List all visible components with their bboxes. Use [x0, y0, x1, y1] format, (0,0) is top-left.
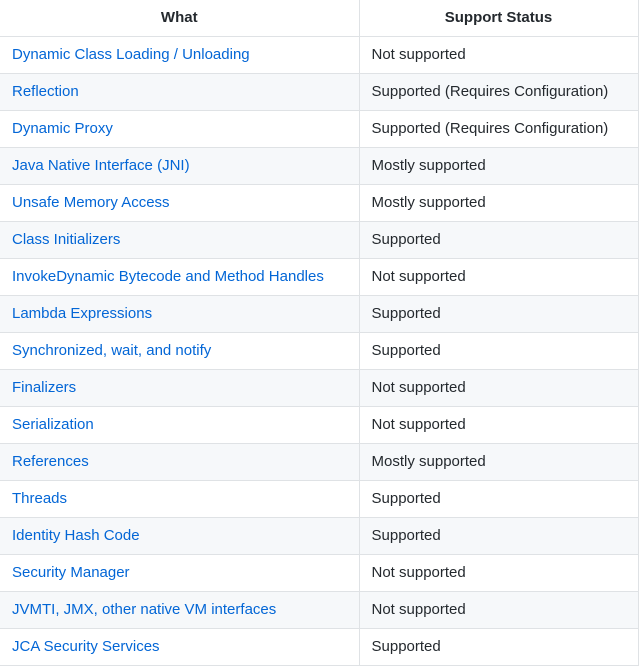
feature-link[interactable]: Unsafe Memory Access: [12, 194, 170, 211]
table-row: References Mostly supported: [0, 442, 639, 481]
feature-cell: Class Initializers: [0, 220, 360, 259]
table-row: Lambda Expressions Supported: [0, 294, 639, 333]
support-status-cell: Not supported: [358, 590, 639, 629]
feature-link[interactable]: Dynamic Class Loading / Unloading: [12, 46, 250, 63]
table-row: Finalizers Not supported: [0, 368, 639, 407]
feature-link[interactable]: References: [12, 453, 89, 470]
table-row: JCA Security Services Supported: [0, 627, 639, 666]
feature-cell: Dynamic Proxy: [0, 109, 360, 148]
table-row: JVMTI, JMX, other native VM interfaces No…: [0, 590, 639, 629]
feature-link[interactable]: Security Manager: [12, 564, 130, 581]
table-row: Serialization Not supported: [0, 405, 639, 444]
feature-cell: Lambda Expressions: [0, 294, 360, 333]
support-status-cell: Supported: [358, 220, 639, 259]
table-row: Unsafe Memory Access Mostly supported: [0, 183, 639, 222]
table-row: Identity Hash Code Supported: [0, 516, 639, 555]
feature-cell: Unsafe Memory Access: [0, 183, 360, 222]
table-row: Security Manager Not supported: [0, 553, 639, 592]
feature-cell: Finalizers: [0, 368, 360, 407]
feature-link[interactable]: Threads: [12, 490, 67, 507]
table-row: Dynamic Class Loading / Unloading Not sup…: [0, 35, 639, 74]
feature-cell: Threads: [0, 479, 360, 518]
support-status-cell: Mostly supported: [358, 183, 639, 222]
feature-link[interactable]: Identity Hash Code: [12, 527, 140, 544]
feature-link[interactable]: Finalizers: [12, 379, 76, 396]
feature-cell: Identity Hash Code: [0, 516, 360, 555]
feature-link[interactable]: Dynamic Proxy: [12, 120, 113, 137]
feature-cell: Security Manager: [0, 553, 360, 592]
support-status-cell: Not supported: [358, 257, 639, 296]
feature-cell: Java Native Interface (JNI): [0, 146, 360, 185]
feature-cell: JVMTI, JMX, other native VM interfaces: [0, 590, 360, 629]
support-status-cell: Not supported: [358, 405, 639, 444]
table-row: Synchronized, wait, and notify Supported: [0, 331, 639, 370]
feature-cell: Dynamic Class Loading / Unloading: [0, 35, 360, 74]
feature-support-table: What Support Status Dynamic Class Loadin…: [0, 0, 639, 666]
feature-link[interactable]: Lambda Expressions: [12, 305, 152, 322]
table-row: Dynamic Proxy Supported (Requires Configu…: [0, 109, 639, 148]
support-status-cell: Not supported: [358, 35, 639, 74]
support-status-cell: Supported: [358, 294, 639, 333]
feature-cell: Serialization: [0, 405, 360, 444]
feature-link[interactable]: Reflection: [12, 83, 79, 100]
support-status-cell: Mostly supported: [358, 442, 639, 481]
table-row: Java Native Interface (JNI) Mostly suppor…: [0, 146, 639, 185]
feature-link[interactable]: Java Native Interface (JNI): [12, 157, 190, 174]
support-status-cell: Mostly supported: [358, 146, 639, 185]
support-status-cell: Supported (Requires Configuration): [358, 109, 639, 148]
table-row: InvokeDynamic Bytecode and Method Handle…: [0, 257, 639, 296]
feature-cell: Synchronized, wait, and notify: [0, 331, 360, 370]
feature-link[interactable]: Synchronized, wait, and notify: [12, 342, 211, 359]
support-status-cell: Supported: [358, 331, 639, 370]
support-status-cell: Supported: [358, 516, 639, 555]
feature-cell: References: [0, 442, 360, 481]
column-header-what: What: [0, 0, 360, 37]
feature-link[interactable]: JCA Security Services: [12, 638, 160, 655]
feature-link[interactable]: InvokeDynamic Bytecode and Method Handle…: [12, 268, 324, 285]
table-row: Class Initializers Supported: [0, 220, 639, 259]
feature-cell: InvokeDynamic Bytecode and Method Handle…: [0, 257, 360, 296]
support-status-cell: Supported (Requires Configuration): [358, 72, 639, 111]
feature-cell: Reflection: [0, 72, 360, 111]
table-row: Reflection Supported (Requires Configurat…: [0, 72, 639, 111]
table-row: Threads Supported: [0, 479, 639, 518]
feature-link[interactable]: Class Initializers: [12, 231, 120, 248]
table-header-row: What Support Status: [0, 0, 639, 37]
feature-cell: JCA Security Services: [0, 627, 360, 666]
support-status-cell: Supported: [358, 627, 639, 666]
support-status-cell: Supported: [358, 479, 639, 518]
column-header-support-status: Support Status: [358, 0, 639, 37]
support-status-cell: Not supported: [358, 553, 639, 592]
feature-link[interactable]: JVMTI, JMX, other native VM interfaces: [12, 601, 276, 618]
support-status-cell: Not supported: [358, 368, 639, 407]
feature-link[interactable]: Serialization: [12, 416, 94, 433]
